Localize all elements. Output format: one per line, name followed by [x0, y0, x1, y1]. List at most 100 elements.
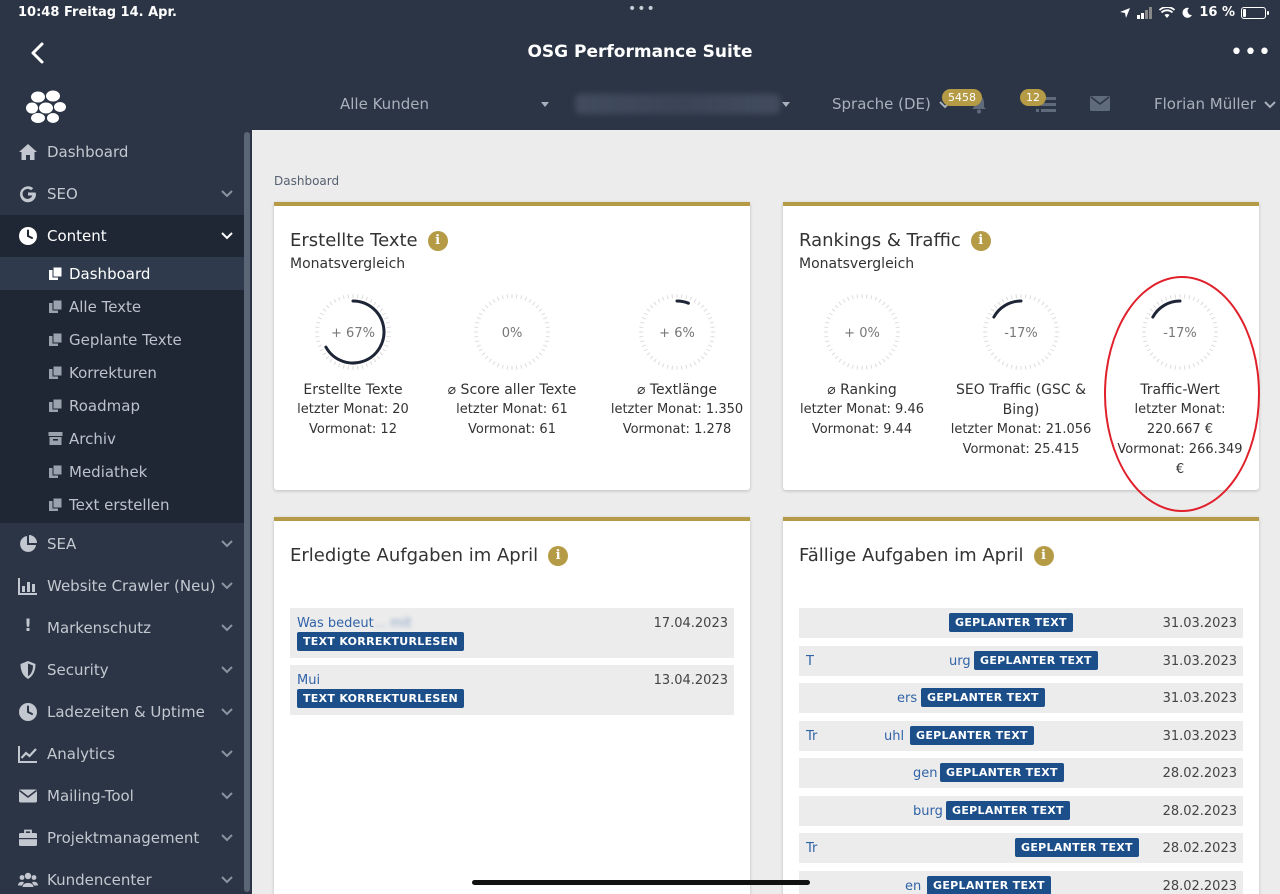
sidebar-scrollbar[interactable]	[244, 132, 250, 892]
osg-logo-icon[interactable]	[24, 88, 70, 124]
moon-icon	[1182, 7, 1193, 18]
battery-icon	[1241, 6, 1269, 19]
sidebar-item-mailing-tool[interactable]: Mailing-Tool	[0, 775, 244, 817]
due-task-row[interactable]: Tr uhl GEPLANTER TEXT 31.03.2023	[799, 721, 1243, 751]
task-type-tag[interactable]: TEXT KORREKTURLESEN	[297, 632, 464, 651]
task-row[interactable]: Mui TEXT KORREKTURLESEN 13.04.2023	[290, 665, 734, 715]
more-options-icon[interactable]: •••	[1230, 40, 1271, 66]
chevron-down-icon	[221, 190, 233, 198]
gauge-tick	[846, 296, 850, 301]
submenu-item-roadmap[interactable]: Roadmap	[0, 389, 244, 422]
submenu-item-label: Text erstellen	[69, 496, 170, 514]
submenu-item-alle-texte[interactable]: Alle Texte	[0, 290, 244, 323]
sidebar-item-security[interactable]: Security	[0, 649, 244, 691]
sidebar-item-dashboard[interactable]: Dashboard	[0, 131, 244, 173]
gauge-tick	[846, 363, 850, 368]
gauge-tick	[657, 361, 661, 366]
submenu-item-archiv[interactable]: Archiv	[0, 422, 244, 455]
gauge-tick	[543, 344, 548, 348]
submenu-item-mediathek[interactable]: Mediathek	[0, 455, 244, 488]
customer-selector[interactable]: Alle Kunden	[340, 95, 549, 113]
gauge-tick	[693, 298, 697, 303]
gauge-tick	[315, 326, 320, 329]
language-selector[interactable]: Sprache (DE)	[832, 95, 951, 113]
submenu-item-korrekturen[interactable]: Korrekturen	[0, 356, 244, 389]
gauge-tick	[1033, 363, 1037, 368]
gauge-tick	[865, 294, 868, 299]
info-icon[interactable]: i	[970, 231, 991, 251]
task-type-tag[interactable]: GEPLANTER TEXT	[949, 613, 1073, 632]
sidebar: Dashboard SEO Content Dashboard Alle Tex…	[0, 130, 252, 894]
gauge-tick	[891, 348, 896, 352]
shield-icon	[20, 661, 36, 679]
gauge-tick	[639, 326, 644, 329]
gauge-label: SEO Traffic (GSC & Bing)	[955, 382, 1087, 418]
gauge-stat-line: Vormonat: 266.349	[1117, 442, 1243, 457]
task-type-tag[interactable]: GEPLANTER TEXT	[921, 688, 1045, 707]
due-task-row[interactable]: Tr GEPLANTER TEXT 28.02.2023	[799, 833, 1243, 863]
gauge-tick	[1001, 298, 1005, 303]
task-name-tail: ers	[897, 691, 918, 706]
gauge-tick	[870, 295, 873, 300]
due-task-row[interactable]: T urg GEPLANTER TEXT 31.03.2023	[799, 646, 1243, 676]
sidebar-item-seo[interactable]: SEO	[0, 173, 244, 215]
gauge-tick	[1206, 352, 1211, 356]
task-row[interactable]: Was bedeut... mit TEXT KORREKTURLESEN 17…	[290, 608, 734, 658]
gauge-tick	[865, 365, 868, 370]
chevron-down-icon	[221, 540, 233, 548]
info-icon[interactable]: i	[548, 546, 569, 566]
project-caret[interactable]	[782, 95, 790, 113]
home-indicator[interactable]	[472, 880, 810, 885]
breadcrumb[interactable]: Dashboard	[274, 174, 339, 188]
sidebar-item-website-crawler[interactable]: Website Crawler (Neu)	[0, 565, 244, 607]
due-task-row[interactable]: en GEPLANTER TEXT 28.02.2023	[799, 871, 1243, 894]
task-type-tag[interactable]: GEPLANTER TEXT	[940, 763, 1064, 782]
submenu-item-geplante-texte[interactable]: Geplante Texte	[0, 323, 244, 356]
gauge-tick	[361, 364, 364, 369]
sidebar-item-label: Content	[47, 227, 107, 245]
info-icon[interactable]: i	[1033, 546, 1054, 566]
due-task-row[interactable]: gen GEPLANTER TEXT 28.02.2023	[799, 758, 1243, 788]
submenu-item-dashboard[interactable]: Dashboard	[0, 257, 244, 290]
content-submenu: Dashboard Alle Texte Geplante Texte Korr…	[0, 257, 244, 523]
users-icon	[18, 872, 38, 887]
sidebar-item-analytics[interactable]: Analytics	[0, 733, 244, 775]
gauge-tick	[856, 365, 859, 370]
task-type-tag[interactable]: TEXT KORREKTURLESEN	[297, 689, 464, 708]
gauge-tick	[1209, 348, 1214, 352]
gauge-tick	[543, 316, 548, 320]
task-type-tag[interactable]: GEPLANTER TEXT	[1015, 838, 1139, 857]
gauge-tick	[376, 355, 381, 360]
envelope-icon[interactable]	[1090, 96, 1110, 111]
gauge-tick	[1052, 316, 1057, 320]
gauge-tick	[385, 321, 390, 324]
task-name-tail: burg	[913, 804, 943, 819]
sidebar-item-ladezeiten[interactable]: Ladezeiten & Uptime	[0, 691, 244, 733]
sidebar-item-sea[interactable]: SEA	[0, 523, 244, 565]
sidebar-item-markenschutz[interactable]: ! Markenschutz	[0, 607, 244, 649]
gauge-tick	[680, 365, 683, 370]
task-type-tag[interactable]: GEPLANTER TEXT	[946, 801, 1070, 820]
task-type-tag[interactable]: GEPLANTER TEXT	[927, 876, 1051, 894]
gauge-tick	[329, 358, 333, 363]
due-task-row[interactable]: ers GEPLANTER TEXT 31.03.2023	[799, 683, 1243, 713]
bar-chart-icon	[18, 578, 37, 595]
sidebar-item-projektmanagement[interactable]: Projektmanagement	[0, 817, 244, 859]
submenu-item-text-erstellen[interactable]: Text erstellen	[0, 488, 244, 521]
gauge-stat-line: letzter Monat: 21.056	[950, 422, 1092, 437]
due-task-row[interactable]: burg GEPLANTER TEXT 28.02.2023	[799, 796, 1243, 826]
sidebar-item-kundencenter[interactable]: Kundencenter	[0, 859, 244, 894]
customer-selector-label: Alle Kunden	[340, 95, 429, 113]
multitasking-dots-icon[interactable]: •••	[628, 1, 656, 17]
gauge-tick	[826, 316, 831, 320]
task-type-tag[interactable]: GEPLANTER TEXT	[910, 726, 1034, 745]
gauge-tick	[545, 326, 550, 329]
sidebar-item-content[interactable]: Content	[0, 215, 244, 257]
task-type-tag[interactable]: GEPLANTER TEXT	[974, 651, 1098, 670]
gauge-tick	[671, 294, 674, 299]
due-task-row[interactable]: GEPLANTER TEXT 31.03.2023	[799, 608, 1243, 638]
user-menu[interactable]: Florian Müller	[1154, 95, 1276, 113]
info-icon[interactable]: i	[427, 231, 448, 251]
gauge-tick	[325, 355, 330, 360]
project-selector[interactable]	[575, 94, 780, 114]
